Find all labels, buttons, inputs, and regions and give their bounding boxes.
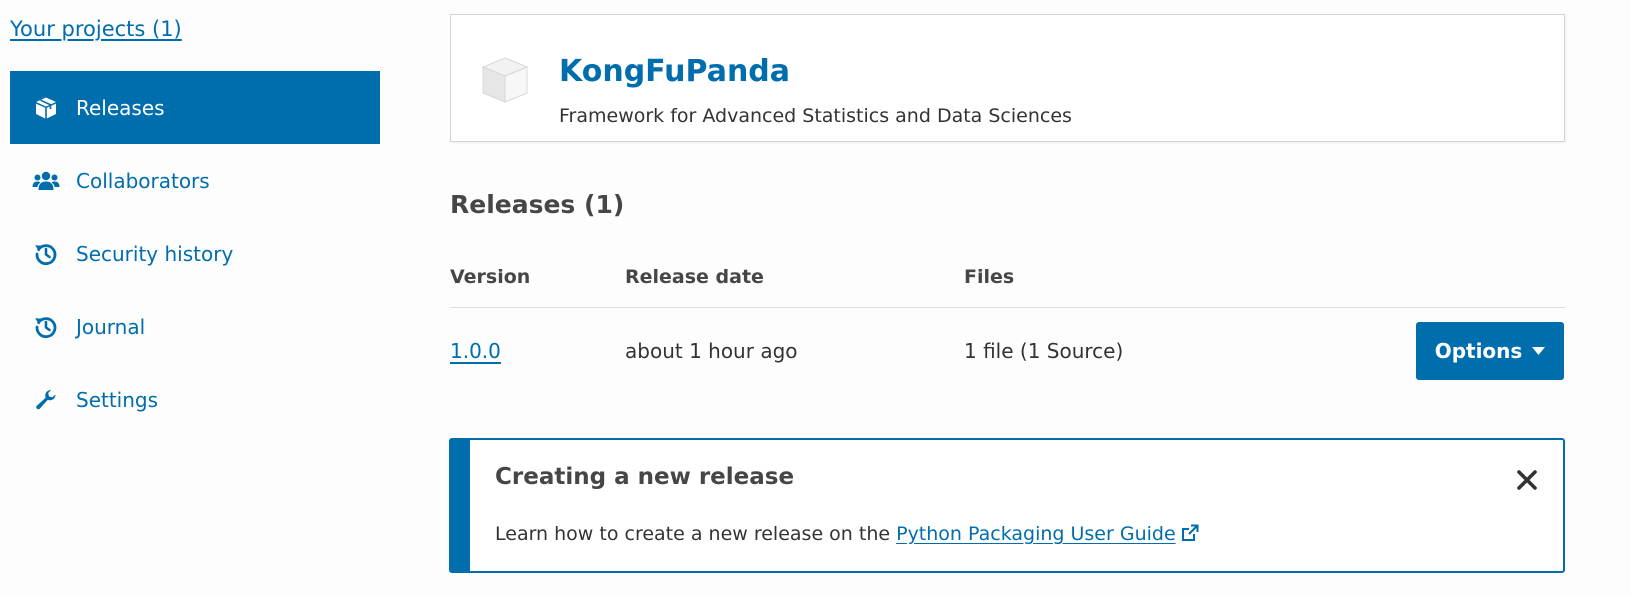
sidebar-item-label: Security history	[76, 241, 234, 266]
packaging-guide-link[interactable]: Python Packaging User Guide	[896, 523, 1199, 545]
sidebar-item-collaborators[interactable]: Collaborators	[10, 144, 380, 217]
sidebar-nav: Releases Collaborators Security history …	[10, 71, 380, 436]
project-name-link[interactable]: KongFuPanda	[559, 54, 790, 89]
sidebar-item-journal[interactable]: Journal	[10, 290, 380, 363]
box-icon	[32, 96, 60, 120]
options-button-label: Options	[1434, 339, 1523, 363]
project-description: Framework for Advanced Statistics and Da…	[559, 105, 1072, 127]
sidebar-item-label: Collaborators	[76, 168, 210, 193]
sidebar-item-label: Journal	[76, 314, 146, 339]
caret-down-icon	[1532, 347, 1546, 355]
release-date: about 1 hour ago	[625, 339, 798, 363]
releases-heading: Releases (1)	[450, 190, 625, 219]
package-icon	[479, 55, 531, 109]
sidebar-item-settings[interactable]: Settings	[10, 363, 380, 436]
packaging-guide-link-label: Python Packaging User Guide	[896, 523, 1176, 545]
new-release-callout: Creating a new release Learn how to crea…	[449, 438, 1565, 573]
sidebar-item-label: Releases	[76, 95, 165, 120]
column-header-files: Files	[964, 266, 1015, 288]
release-version-link[interactable]: 1.0.0	[450, 339, 501, 363]
release-files: 1 file (1 Source)	[964, 339, 1124, 363]
callout-title: Creating a new release	[495, 464, 795, 490]
users-icon	[32, 169, 60, 193]
callout-body-text: Learn how to create a new release on the	[495, 523, 897, 545]
history-icon	[32, 315, 60, 339]
options-button[interactable]: Options	[1416, 322, 1564, 380]
external-link-icon	[1181, 524, 1199, 547]
table-divider	[450, 307, 1565, 308]
history-icon	[32, 242, 60, 266]
project-header-card: KongFuPanda Framework for Advanced Stati…	[450, 14, 1565, 142]
column-header-release-date: Release date	[625, 266, 764, 288]
sidebar-item-security-history[interactable]: Security history	[10, 217, 380, 290]
column-header-version: Version	[450, 266, 531, 288]
your-projects-link[interactable]: Your projects (1)	[10, 17, 182, 41]
callout-body: Learn how to create a new release on the…	[495, 523, 1199, 547]
sidebar-item-releases[interactable]: Releases	[10, 71, 380, 144]
sidebar-item-label: Settings	[76, 387, 159, 412]
wrench-icon	[32, 388, 60, 412]
close-icon[interactable]	[1515, 468, 1539, 492]
